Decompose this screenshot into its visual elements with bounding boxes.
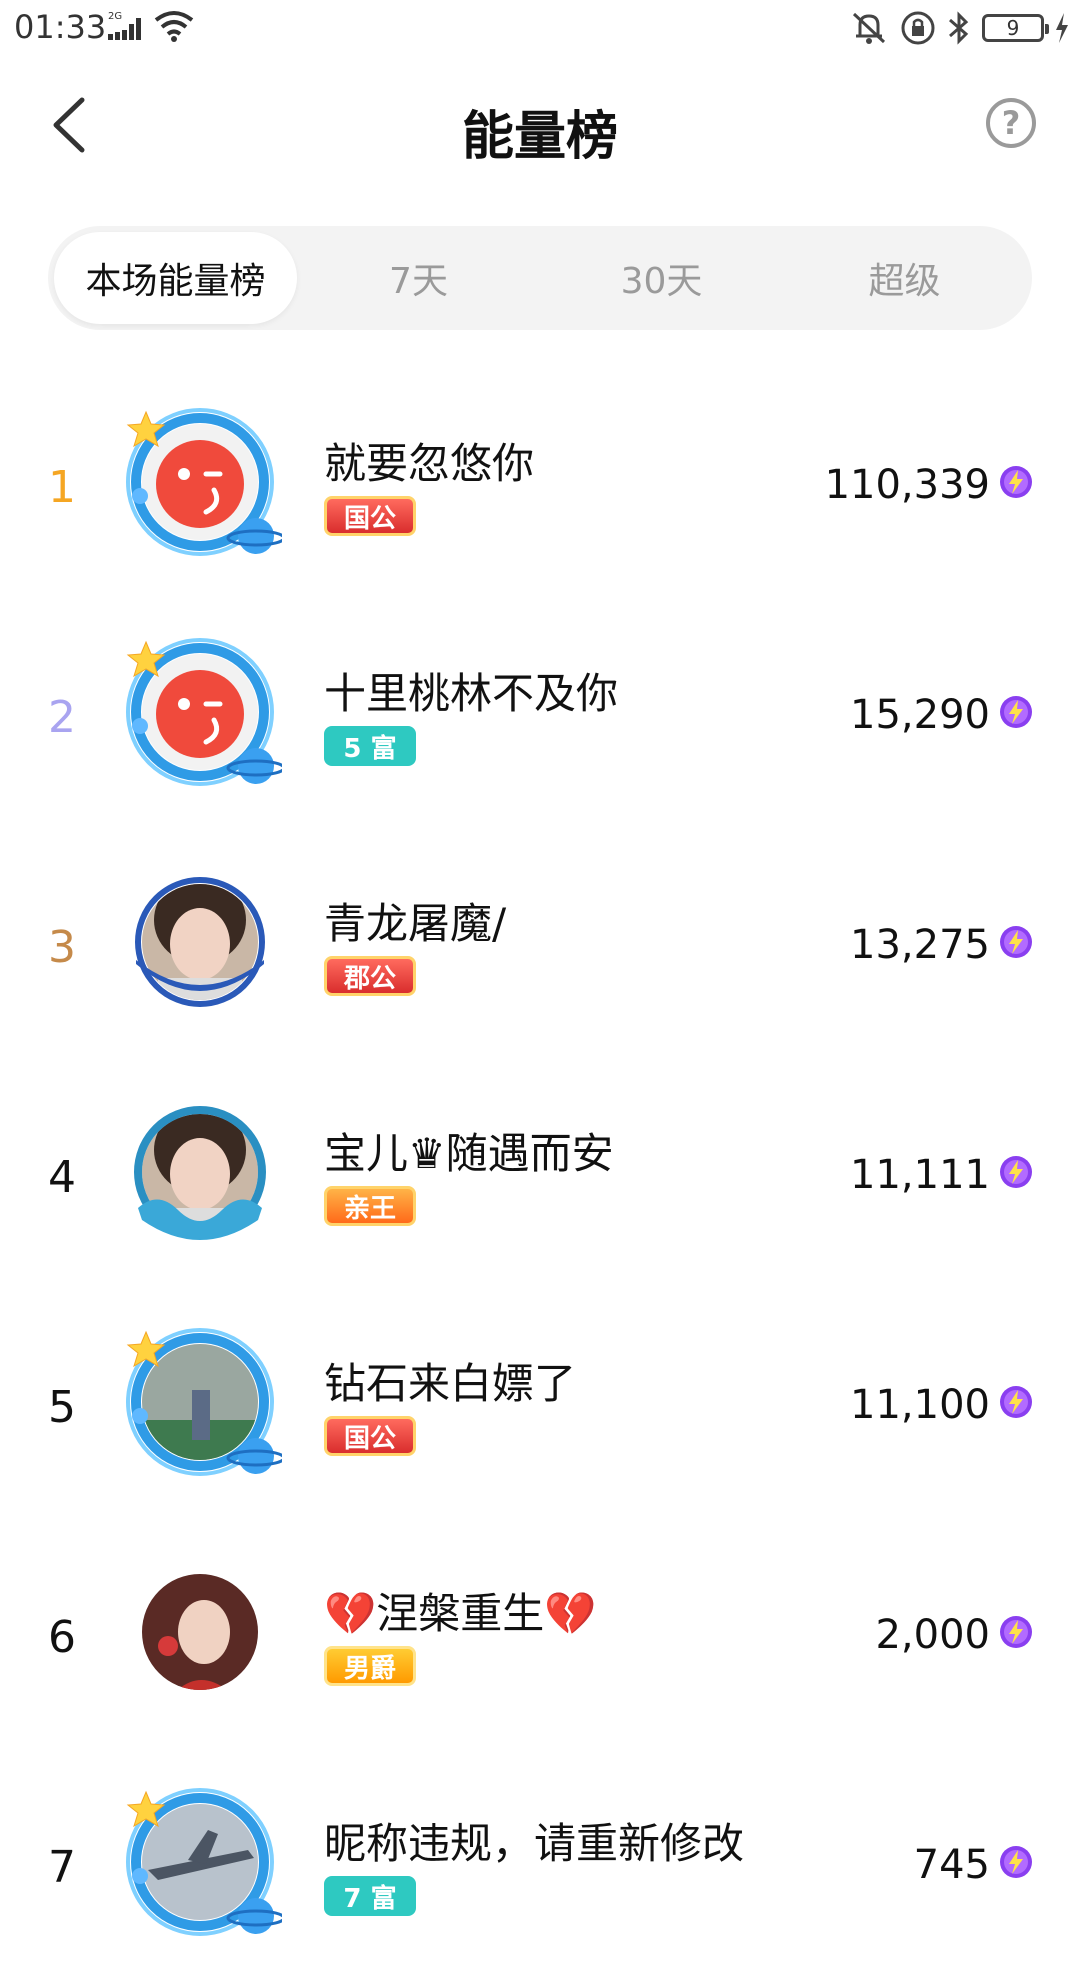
rank-number: 1 <box>48 462 76 513</box>
wifi-icon <box>154 11 194 42</box>
rank-number: 2 <box>48 692 76 743</box>
tab-super[interactable]: 超级 <box>783 232 1026 324</box>
ranking-list: 1 就要忽悠你 国公 110,339 2 十里桃林不及你 5 富 15,290 … <box>0 370 1080 1980</box>
level-badge: 国公 <box>324 496 416 536</box>
tab-current-session[interactable]: 本场能量榜 <box>54 232 297 324</box>
page-header: 能量榜 ? <box>0 60 1080 190</box>
rank-number: 3 <box>48 922 76 973</box>
user-nickname: 就要忽悠你 <box>324 439 535 488</box>
red-mascot-avatar[interactable] <box>118 630 282 794</box>
energy-score: 11,100 <box>850 1382 990 1428</box>
energy-bolt-icon <box>1000 1386 1032 1418</box>
tab-7-days[interactable]: 7天 <box>297 232 540 324</box>
ranking-row[interactable]: 4 宝儿♛随遇而安 亲王 11,111 <box>0 1060 1080 1290</box>
help-icon[interactable]: ? <box>986 98 1036 148</box>
energy-score: 2,000 <box>875 1612 990 1658</box>
street-photo-avatar[interactable] <box>118 1320 282 1484</box>
mute-bell-icon <box>852 12 886 44</box>
user-nickname: 青龙屠魔/ <box>324 899 507 948</box>
ranking-row[interactable]: 2 十里桃林不及你 5 富 15,290 <box>0 600 1080 830</box>
signal-icon: 2G <box>108 11 141 40</box>
energy-bolt-icon <box>1000 1616 1032 1648</box>
period-tabs: 本场能量榜 7天 30天 超级 <box>48 226 1032 330</box>
airplane-photo-avatar[interactable] <box>118 1780 282 1944</box>
energy-bolt-icon <box>1000 1156 1032 1188</box>
energy-score: 745 <box>913 1842 990 1888</box>
energy-score: 15,290 <box>850 692 990 738</box>
status-bar: 01:33 2G 9 <box>0 0 1080 56</box>
energy-bolt-icon <box>1000 696 1032 728</box>
woman-photo-avatar[interactable] <box>118 860 282 1024</box>
level-badge: 7 富 <box>324 1876 416 1916</box>
battery-level: 9 <box>1006 16 1020 40</box>
user-nickname: 💔涅槃重生💔 <box>324 1589 597 1638</box>
rotation-lock-icon <box>901 11 935 45</box>
user-nickname: 十里桃林不及你 <box>324 669 619 718</box>
status-time: 01:33 <box>14 8 107 46</box>
battery-icon: 9 <box>982 14 1049 42</box>
woman-photo-avatar[interactable] <box>118 1090 282 1254</box>
rank-number: 6 <box>48 1612 76 1663</box>
tab-30-days[interactable]: 30天 <box>540 232 783 324</box>
ranking-row[interactable]: 5 钻石来白嫖了 国公 11,100 <box>0 1290 1080 1520</box>
energy-bolt-icon <box>1000 466 1032 498</box>
user-nickname: 昵称违规，请重新修改 <box>324 1819 745 1868</box>
network-type-label: 2G <box>108 11 122 22</box>
user-nickname: 钻石来白嫖了 <box>324 1359 577 1408</box>
energy-score: 13,275 <box>850 922 990 968</box>
level-badge: 国公 <box>324 1416 416 1456</box>
charging-icon <box>1056 13 1068 43</box>
level-badge: 5 富 <box>324 726 416 766</box>
status-right: 9 <box>848 8 1070 48</box>
level-badge: 男爵 <box>324 1646 416 1686</box>
red-mascot-avatar[interactable] <box>118 400 282 564</box>
ranking-row[interactable]: 3 青龙屠魔/ 郡公 13,275 <box>0 830 1080 1060</box>
rank-number: 7 <box>48 1842 76 1893</box>
energy-score: 11,111 <box>850 1152 990 1198</box>
energy-bolt-icon <box>1000 926 1032 958</box>
bluetooth-icon <box>949 11 969 45</box>
level-badge: 亲王 <box>324 1186 416 1226</box>
ranking-row[interactable]: 7 昵称违规，请重新修改 7 富 745 <box>0 1750 1080 1980</box>
rank-number: 4 <box>48 1152 76 1203</box>
level-badge: 郡公 <box>324 956 416 996</box>
user-nickname: 宝儿♛随遇而安 <box>324 1129 614 1178</box>
energy-score: 110,339 <box>824 462 990 508</box>
ranking-row[interactable]: 6 💔涅槃重生💔 男爵 2,000 <box>0 1520 1080 1750</box>
rank-number: 5 <box>48 1382 76 1433</box>
costume-photo-avatar[interactable] <box>118 1550 282 1714</box>
energy-bolt-icon <box>1000 1846 1032 1878</box>
ranking-row[interactable]: 1 就要忽悠你 国公 110,339 <box>0 370 1080 600</box>
page-title: 能量榜 <box>461 107 618 167</box>
